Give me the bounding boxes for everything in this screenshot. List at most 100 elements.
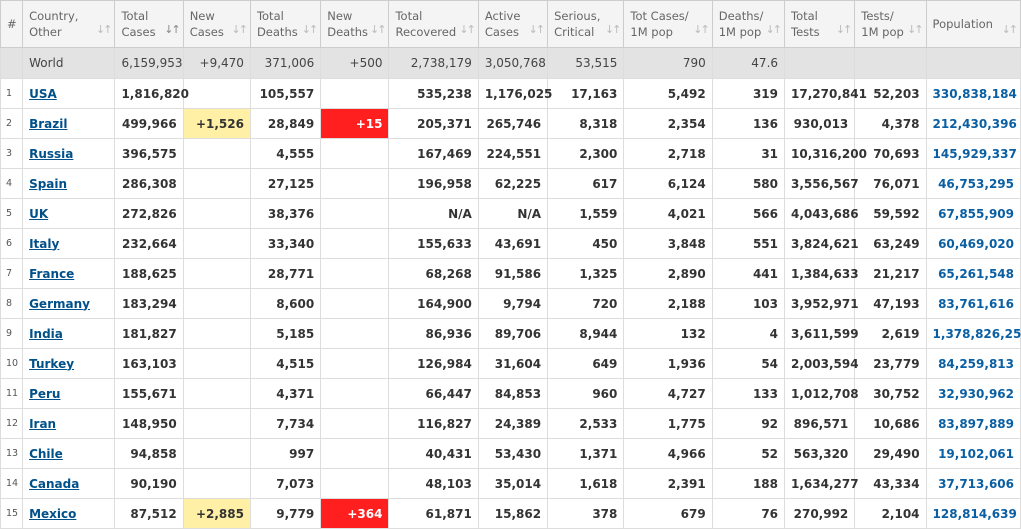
column-header-total-deaths[interactable]: Total Deaths ↓↑ — [249, 0, 322, 48]
country-link[interactable]: Germany — [29, 297, 90, 311]
row-number: 12 — [0, 408, 24, 439]
total-cases-cell: 272,826 — [114, 198, 184, 229]
sort-arrows-icon[interactable]: ↓↑ — [370, 22, 387, 38]
country-link[interactable]: USA — [29, 87, 57, 101]
total-deaths-cell: 27,125 — [249, 168, 322, 199]
tests-per-1m-cell: 43,334 — [854, 468, 927, 499]
sort-arrows-icon[interactable]: ↓↑ — [232, 22, 249, 38]
sort-arrows-icon[interactable]: ↓↑ — [693, 22, 710, 38]
new-cases-cell — [182, 288, 251, 319]
column-header-serious-critical[interactable]: Serious, Critical ↓↑ — [547, 0, 625, 48]
serious-critical-cell: 649 — [547, 348, 625, 379]
country-name: Russia — [22, 138, 116, 169]
country-link[interactable]: India — [29, 327, 63, 341]
sort-arrows-icon[interactable]: ↓↑ — [907, 22, 924, 38]
column-header-total-recovered[interactable]: Total Recovered ↓↑ — [388, 0, 479, 48]
sort-arrows-icon[interactable]: ↓↑ — [459, 22, 476, 38]
column-header-tot-cases-1m-pop[interactable]: Tot Cases/1M pop ↓↑ — [623, 0, 713, 48]
total-tests-cell: 270,992 — [784, 498, 856, 529]
total-tests-cell: 1,012,708 — [784, 378, 859, 409]
cases-per-1m-cell: 132 — [623, 318, 713, 349]
cases-per-1m-cell: 4,966 — [623, 438, 713, 469]
total-recovered-cell: 86,936 — [388, 318, 479, 349]
new-deaths-cell: +500 — [320, 47, 390, 79]
column-header-country-other[interactable]: Country, Other ↓↑ — [22, 0, 116, 48]
country-link[interactable]: Iran — [29, 417, 56, 431]
column-header-deaths-1m-pop[interactable]: Deaths/1M pop ↓↑ — [711, 0, 786, 48]
population-link[interactable]: 46,753,295 — [938, 177, 1014, 191]
column-header-total-tests[interactable]: Total Tests ↓↑ — [784, 0, 856, 48]
column-header-new-cases[interactable]: New Cases ↓↑ — [182, 0, 251, 48]
population-link[interactable]: 83,897,889 — [938, 417, 1014, 431]
new-deaths-cell — [320, 468, 390, 499]
population-cell: 19,102,061 — [925, 438, 1021, 469]
population-link[interactable]: 67,855,909 — [938, 207, 1014, 221]
cases-per-1m-cell: 2,890 — [623, 258, 713, 289]
sort-arrows-icon[interactable]: ↓↑ — [529, 22, 546, 38]
population-link[interactable]: 330,838,184 — [933, 87, 1017, 101]
total-deaths-cell: 28,771 — [249, 258, 322, 289]
population-link[interactable]: 60,469,020 — [938, 237, 1014, 251]
tests-per-1m-cell: 4,378 — [854, 108, 927, 139]
sort-arrows-icon[interactable]: ↓↑ — [302, 22, 319, 38]
population-link[interactable]: 1,378,826,256 — [933, 327, 1021, 341]
tests-per-1m-cell: 2,104 — [854, 498, 927, 529]
total-recovered-cell: 164,900 — [388, 288, 479, 319]
row-number: 14 — [0, 468, 24, 499]
country-link[interactable]: UK — [29, 207, 48, 221]
table-row: 14 Canada 90,190 7,073 48,103 35,014 1,618 2,39… — [0, 468, 1021, 499]
total-deaths-cell: 33,340 — [249, 228, 322, 259]
row-number: 8 — [0, 288, 24, 319]
active-cases-cell: 89,706 — [477, 318, 549, 349]
country-link[interactable]: Russia — [29, 147, 73, 161]
population-link[interactable]: 83,761,616 — [938, 297, 1014, 311]
column-header-tests-1m-pop[interactable]: Tests/1M pop ↓↑ — [854, 0, 927, 48]
deaths-per-1m-cell: 566 — [711, 198, 786, 229]
active-cases-cell: 35,014 — [477, 468, 549, 499]
serious-critical-cell: 8,944 — [547, 318, 625, 349]
country-link[interactable]: Canada — [29, 477, 79, 491]
tests-per-1m-cell: 21,217 — [854, 258, 927, 289]
row-number: 9 — [0, 318, 24, 349]
sort-arrows-icon[interactable]: ↓↑ — [164, 22, 181, 38]
sort-arrows-icon[interactable]: ↓↑ — [96, 22, 113, 38]
population-link[interactable]: 19,102,061 — [938, 447, 1014, 461]
sort-arrows-icon[interactable]: ↓↑ — [605, 22, 622, 38]
population-link[interactable]: 65,261,548 — [938, 267, 1014, 281]
serious-critical-cell: 17,163 — [547, 78, 625, 109]
country-link[interactable]: Mexico — [29, 507, 76, 521]
total-deaths-cell: 4,371 — [249, 378, 322, 409]
population-link[interactable]: 128,814,639 — [933, 507, 1017, 521]
deaths-per-1m-cell: 4 — [711, 318, 786, 349]
country-link[interactable]: Brazil — [29, 117, 67, 131]
population-link[interactable]: 145,929,337 — [933, 147, 1017, 161]
new-cases-cell — [182, 198, 251, 229]
country-link[interactable]: Peru — [29, 387, 60, 401]
table-row: 1 USA 1,816,820 105,557 535,238 1,176,025 17,1… — [0, 78, 1021, 109]
deaths-per-1m-cell: 103 — [711, 288, 786, 319]
table-row: 4 Spain 286,308 27,125 196,958 62,225 617 6,124… — [0, 168, 1021, 199]
population-link[interactable]: 84,259,813 — [938, 357, 1014, 371]
serious-critical-cell: 720 — [547, 288, 625, 319]
country-link[interactable]: France — [29, 267, 74, 281]
population-link[interactable]: 32,930,962 — [938, 387, 1014, 401]
country-link[interactable]: Turkey — [29, 357, 74, 371]
country-link[interactable]: Spain — [29, 177, 67, 191]
country-link[interactable]: Italy — [29, 237, 59, 251]
serious-critical-cell: 1,371 — [547, 438, 625, 469]
country-link[interactable]: Chile — [29, 447, 63, 461]
country-name: World — [22, 47, 116, 79]
total-tests-cell: 1,384,633 — [784, 258, 859, 289]
column-header-total-cases[interactable]: Total Cases ↓↑ — [114, 0, 184, 48]
sort-arrows-icon[interactable]: ↓↑ — [766, 22, 783, 38]
deaths-per-1m-cell: 31 — [711, 138, 786, 169]
cases-per-1m-cell: 2,391 — [623, 468, 713, 499]
population-link[interactable]: 37,713,606 — [938, 477, 1014, 491]
new-deaths-cell — [320, 318, 390, 349]
column-header-new-deaths[interactable]: New Deaths ↓↑ — [320, 0, 390, 48]
column-header-population[interactable]: Population ↓↑ — [925, 0, 1021, 48]
population-link[interactable]: 212,430,396 — [933, 117, 1017, 131]
column-header-active-cases[interactable]: Active Cases ↓↑ — [477, 0, 549, 48]
sort-arrows-icon[interactable]: ↓↑ — [1002, 22, 1019, 38]
sort-arrows-icon[interactable]: ↓↑ — [836, 22, 853, 38]
